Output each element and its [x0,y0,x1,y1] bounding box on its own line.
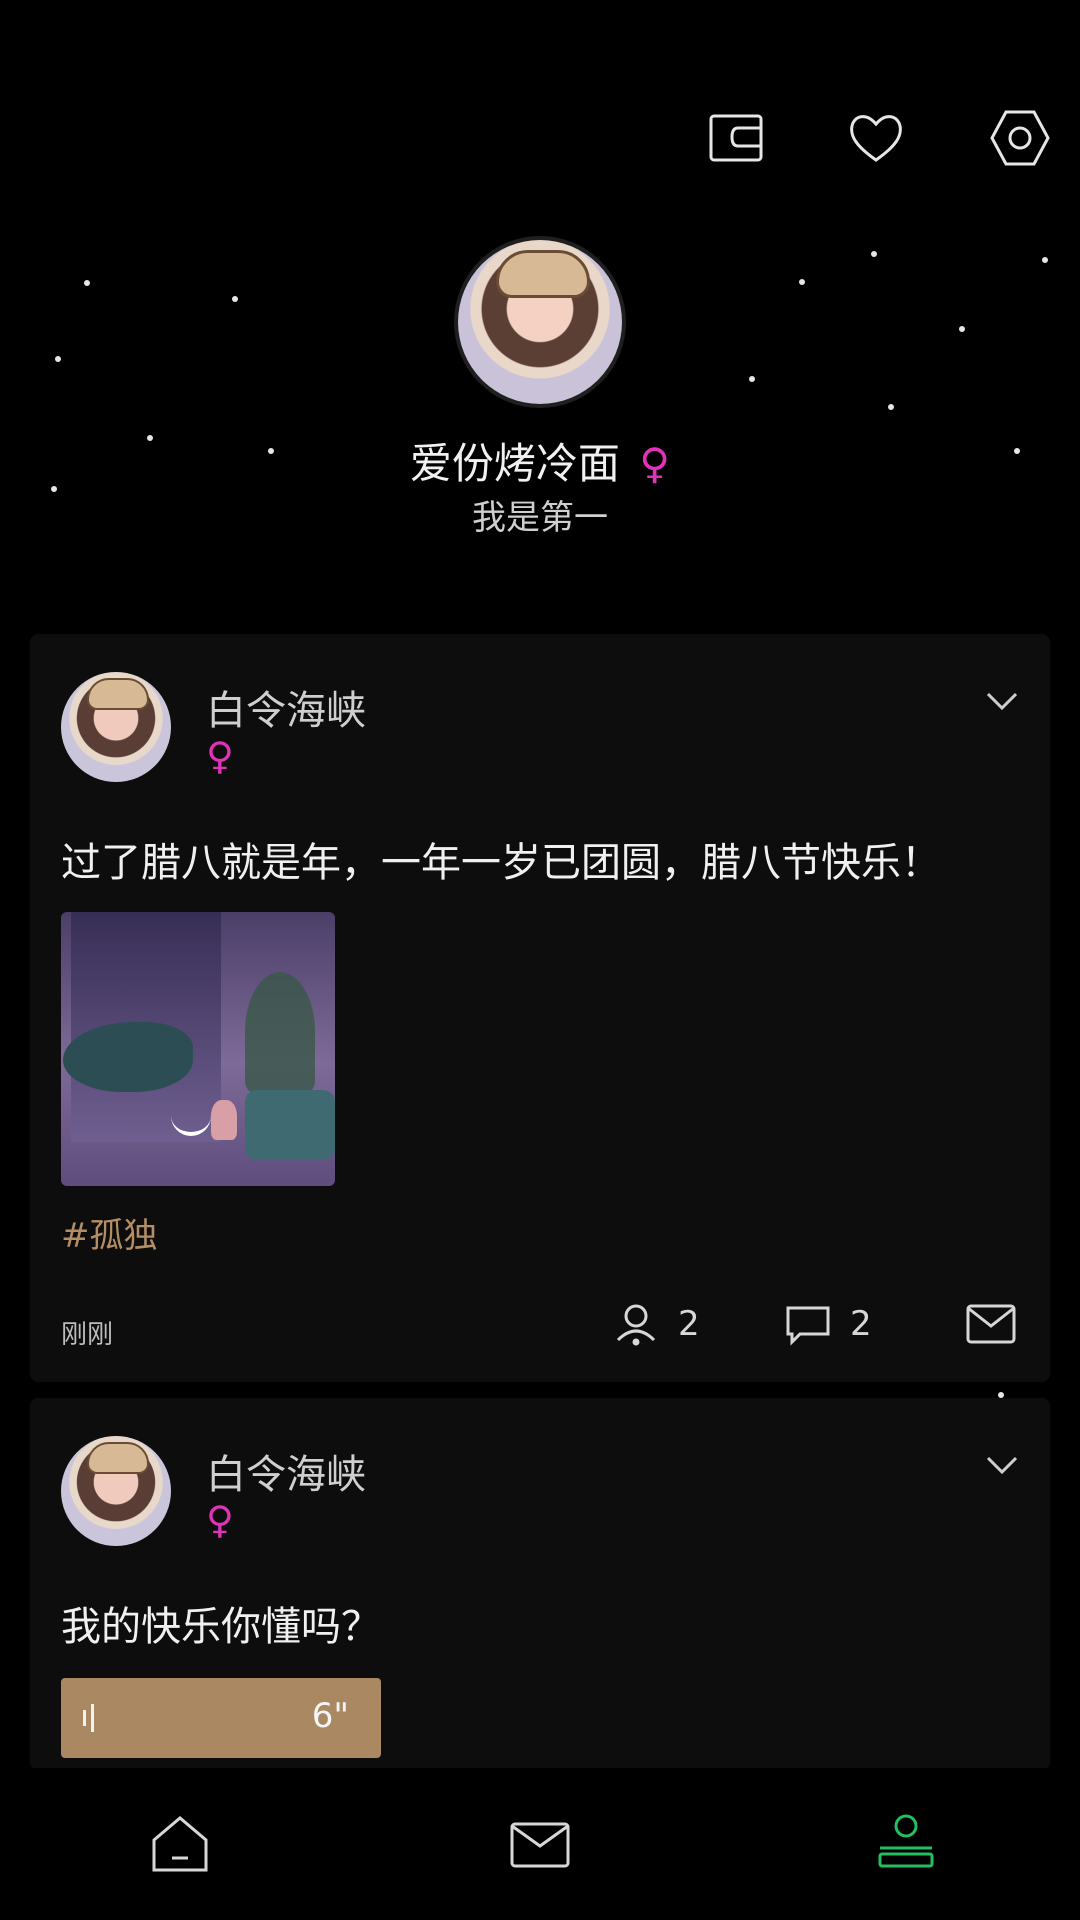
profile-name: 爱份烤冷面 [409,439,620,488]
topic-tag[interactable]: #孤独 [61,1208,158,1257]
post-text: 我的快乐你懂吗？ [61,1604,381,1650]
voice-duration: 6" [311,1696,349,1736]
profile-bio: 我是第一 [472,498,608,538]
user-like-icon [616,1304,656,1346]
post-image[interactable] [61,912,335,1186]
star-decoration [749,376,755,382]
post-time: 刚刚 [61,1320,114,1350]
home-icon[interactable] [148,1812,212,1876]
female-gender-icon: ♀ [206,1498,234,1542]
female-gender-icon: ♀ [206,734,234,778]
settings-icon[interactable] [990,108,1050,168]
bottom-nav [0,1768,1080,1920]
comment-count: 2 [850,1304,872,1344]
comment-stat[interactable]: 2 [784,1300,872,1348]
comment-icon [786,1306,830,1346]
heart-icon[interactable] [846,108,906,168]
voice-wave-icon [83,1704,94,1732]
profile-icon[interactable] [874,1812,938,1876]
chevron-down-icon[interactable] [982,680,1022,720]
star-decoration [232,296,238,302]
star-decoration [959,326,965,332]
post-card[interactable]: 白令海峡 ♀ 我的快乐你懂吗？ 6" [30,1398,1050,1770]
profile-screen: 爱份烤冷面 ♀ 我是第一 白令海峡 ♀ 过了腊八就是年，一年一岁已团圆，腊八节快… [0,0,1080,1920]
post-author-avatar[interactable] [61,672,171,782]
post-card[interactable]: 白令海峡 ♀ 过了腊八就是年，一年一岁已团圆，腊八节快乐！ #孤独 刚刚 2 2 [30,634,1050,1382]
post-author-name[interactable]: 白令海峡 [206,678,366,736]
chevron-down-icon[interactable] [982,1444,1022,1484]
wallet-icon[interactable] [706,108,766,168]
mail-icon[interactable] [966,1304,1016,1344]
post-text: 过了腊八就是年，一年一岁已团圆，腊八节快乐！ [61,840,941,886]
star-decoration [871,251,877,257]
star-decoration [55,356,61,362]
like-count: 2 [678,1304,700,1344]
like-stat[interactable]: 2 [612,1300,700,1348]
post-author-avatar[interactable] [61,1436,171,1546]
profile-avatar[interactable] [458,240,622,404]
star-decoration [84,280,90,286]
star-decoration [799,279,805,285]
profile-name-row: 爱份烤冷面 ♀ [0,430,1080,491]
star-decoration [1042,257,1048,263]
star-decoration [888,404,894,410]
message-icon[interactable] [508,1812,572,1876]
post-author-name[interactable]: 白令海峡 [206,1442,366,1500]
voice-message[interactable]: 6" [61,1678,381,1758]
female-gender-icon: ♀ [639,439,671,488]
